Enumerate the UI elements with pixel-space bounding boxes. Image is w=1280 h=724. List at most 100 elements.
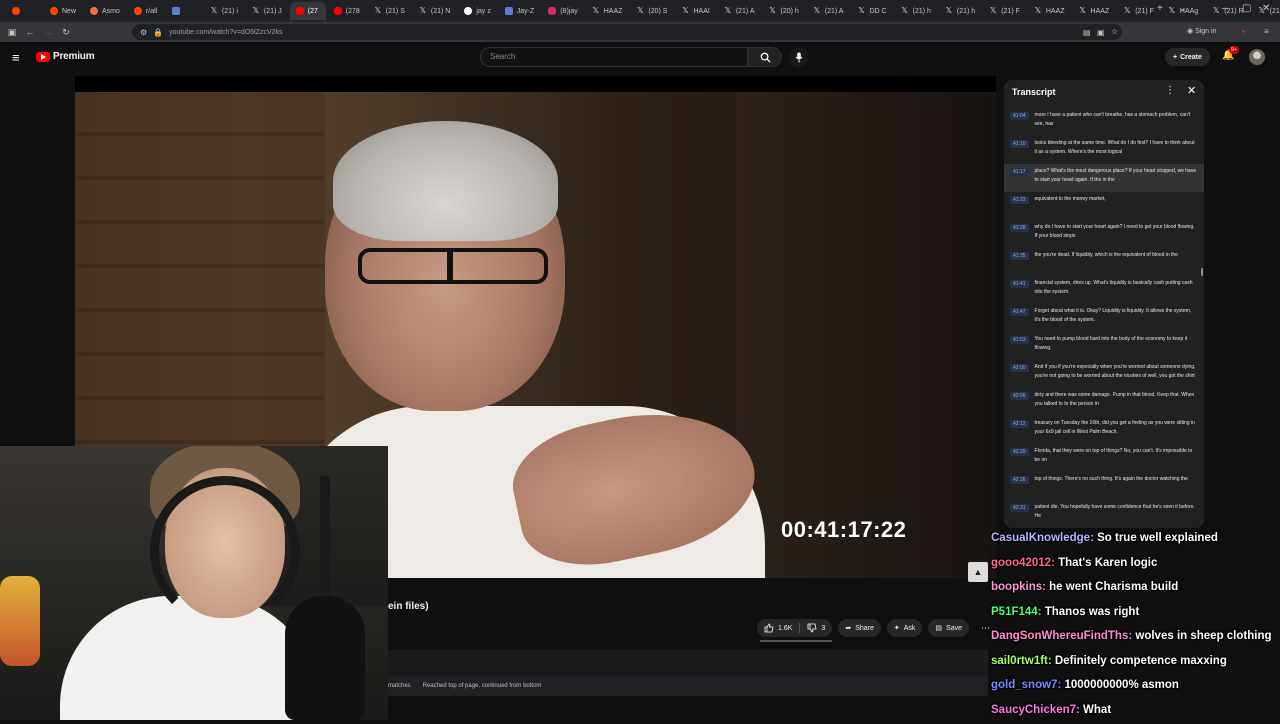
site-info-icon[interactable]: ⚙	[140, 28, 147, 37]
transcript-segment[interactable]: 42:20Florida, that they were on top of t…	[1004, 444, 1204, 472]
browser-tab[interactable]: 𝕏(20) S	[630, 2, 673, 20]
like-button[interactable]: 1.6K 3	[757, 619, 832, 637]
transcript-segment[interactable]: 41:47Forget about what it is. Okay? Liqu…	[1004, 304, 1204, 332]
reload-icon[interactable]: ↻	[57, 27, 75, 38]
back-icon[interactable]: ←	[21, 27, 39, 37]
transcript-timestamp[interactable]: 41:47	[1010, 308, 1029, 316]
transcript-segment[interactable]: 42:26top of things. There's no such thin…	[1004, 472, 1204, 500]
chat-username[interactable]: CasualKnowledge	[991, 532, 1090, 544]
profile-signin[interactable]: ◉ Sign in	[1187, 27, 1216, 35]
transcript-timestamp[interactable]: 41:53	[1010, 336, 1029, 344]
chat-username[interactable]: SaucyChicken7	[991, 704, 1076, 716]
youtube-logo[interactable]: Premium	[36, 51, 94, 62]
transcript-segment[interactable]: 41:35the you're dead. If liquidity, whic…	[1004, 248, 1204, 276]
transcript-timestamp[interactable]: 41:04	[1010, 112, 1029, 120]
transcript-timestamp[interactable]: 41:10	[1010, 140, 1029, 148]
transcript-timestamp[interactable]: 42:31	[1010, 504, 1029, 512]
browser-tab[interactable]: r/all	[128, 2, 164, 20]
transcript-segment[interactable]: 41:41financial system, dries up. What's …	[1004, 276, 1204, 304]
browser-tab[interactable]: jay z	[458, 2, 496, 20]
browser-tab[interactable]: 𝕏(21) F	[983, 2, 1026, 20]
transcript-scrollbar[interactable]	[1201, 268, 1203, 276]
forward-icon[interactable]: →	[39, 27, 57, 37]
browser-tab[interactable]: New	[44, 2, 82, 20]
avatar[interactable]	[1249, 49, 1265, 65]
transcript-segment[interactable]: 41:23equivalent to the money market,	[1004, 192, 1204, 220]
transcript-timestamp[interactable]: 41:28	[1010, 224, 1029, 232]
transcript-segment[interactable]: 41:53You need to pump blood hard into th…	[1004, 332, 1204, 360]
transcript-segment[interactable]: 42:06dirty and there was some damage. Pu…	[1004, 388, 1204, 416]
browser-tab[interactable]: Asmo	[84, 2, 126, 20]
guide-menu-icon[interactable]: ≡	[12, 50, 20, 65]
browser-tab[interactable]	[166, 2, 202, 20]
browser-tab[interactable]: 𝕏HAAI	[675, 2, 715, 20]
browser-tab[interactable]: 𝕏(21) A	[718, 2, 761, 20]
extension-red-icon[interactable]: ▪	[1242, 27, 1245, 36]
transcript-timestamp[interactable]: 41:17	[1010, 168, 1029, 176]
browser-tab[interactable]: 𝕏(21) S	[368, 2, 411, 20]
browser-tab[interactable]: 𝕏(21) A	[807, 2, 850, 20]
transcript-segment[interactable]: 41:10looks bleeding at the same time. Wh…	[1004, 136, 1204, 164]
share-button[interactable]: ➦Share	[838, 619, 881, 637]
chat-username[interactable]: gold_snow7	[991, 679, 1057, 691]
browser-tab[interactable]	[6, 2, 42, 20]
transcript-segment[interactable]: 42:00And if you if you're especially whe…	[1004, 360, 1204, 388]
youtube-favicon-icon	[296, 7, 304, 15]
transcript-segment[interactable]: 41:04more I have a patient who can't bre…	[1004, 108, 1204, 136]
transcript-timestamp[interactable]: 42:06	[1010, 392, 1029, 400]
browser-tab[interactable]: 𝕏HAAZ	[1028, 2, 1071, 20]
transcript-timestamp[interactable]: 41:41	[1010, 280, 1029, 288]
browser-tab[interactable]: (27	[290, 2, 326, 20]
minimize-icon[interactable]: –	[1222, 3, 1228, 14]
transcript-segment[interactable]: 41:28why do I have to start your heart a…	[1004, 220, 1204, 248]
voice-search-button[interactable]	[789, 47, 809, 67]
browser-tab[interactable]: 𝕏(21) F	[1117, 2, 1160, 20]
transcript-close-icon[interactable]: ✕	[1187, 84, 1196, 97]
transcript-timestamp[interactable]: 42:12	[1010, 420, 1029, 428]
transcript-segment[interactable]: 42:12treasury on Tuesday the 16th, did y…	[1004, 416, 1204, 444]
transcript-segment[interactable]: 42:31patient die. You hopefully have som…	[1004, 500, 1204, 528]
browser-tab[interactable]: 𝕏(21) h	[939, 2, 981, 20]
more-actions-icon[interactable]: ⋯	[981, 623, 990, 634]
transcript-timestamp[interactable]: 42:20	[1010, 448, 1029, 456]
chat-username[interactable]: gooo42012	[991, 557, 1051, 569]
browser-tab[interactable]: (8)jay	[542, 2, 584, 20]
browser-tab[interactable]: 𝕏(21) J	[246, 2, 288, 20]
transcript-segment[interactable]: 41:17place? What's the most dangerous pl…	[1004, 164, 1204, 192]
maximize-icon[interactable]: ▢	[1242, 3, 1251, 14]
browser-tab[interactable]: 𝕏(20) h	[763, 2, 805, 20]
browser-tab[interactable]: 𝕏HAAZ	[586, 2, 629, 20]
chat-username[interactable]: sail0rtw1ft	[991, 655, 1048, 667]
screenshot-icon[interactable]: ▣	[1097, 28, 1105, 37]
browser-tab[interactable]: 𝕏(21) h	[895, 2, 937, 20]
browser-menu-icon[interactable]: ≡	[1264, 27, 1269, 36]
chat-username[interactable]: P51F144	[991, 606, 1038, 618]
transcript-timestamp[interactable]: 42:26	[1010, 476, 1029, 484]
browser-tab[interactable]: 𝕏(21) i	[204, 2, 244, 20]
browser-tab[interactable]: (278	[328, 2, 366, 20]
transcript-timestamp[interactable]: 41:23	[1010, 196, 1029, 204]
chat-username[interactable]: boopkins	[991, 581, 1042, 593]
transcript-more-icon[interactable]: ⋮	[1165, 85, 1175, 96]
new-tab-icon[interactable]: +	[1157, 3, 1163, 14]
chat-separator: :	[1076, 704, 1083, 716]
save-button[interactable]: ▤Save	[928, 619, 969, 637]
extension-icon[interactable]: ▤	[1083, 28, 1091, 37]
search-button[interactable]	[748, 47, 782, 67]
browser-tab[interactable]: 𝕏HAAZ	[1073, 2, 1116, 20]
transcript-timestamp[interactable]: 42:00	[1010, 364, 1029, 372]
ask-button[interactable]: ✦Ask	[887, 619, 923, 637]
channel-watermark-icon[interactable]: ▲	[968, 562, 988, 582]
chat-username[interactable]: DangSonWhereuFindThs	[991, 630, 1128, 642]
address-bar[interactable]: ⚙ 🔒 youtube.com/watch?v=dO5lZzcV2ks	[132, 24, 1122, 40]
sidebar-toggle-icon[interactable]: ▣	[3, 27, 21, 38]
browser-tab[interactable]: 𝕏DD C	[851, 2, 892, 20]
close-window-icon[interactable]: ✕	[1262, 3, 1270, 14]
browser-tab[interactable]: Jay-Z	[499, 2, 541, 20]
tab-search-icon[interactable]: ⌄	[1178, 3, 1186, 14]
bookmark-star-icon[interactable]: ☆	[1111, 27, 1118, 36]
transcript-timestamp[interactable]: 41:35	[1010, 252, 1029, 260]
search-input[interactable]: Search	[480, 47, 748, 67]
browser-tab[interactable]: 𝕏(21) N	[413, 2, 456, 20]
create-button[interactable]: +Create	[1165, 48, 1210, 66]
